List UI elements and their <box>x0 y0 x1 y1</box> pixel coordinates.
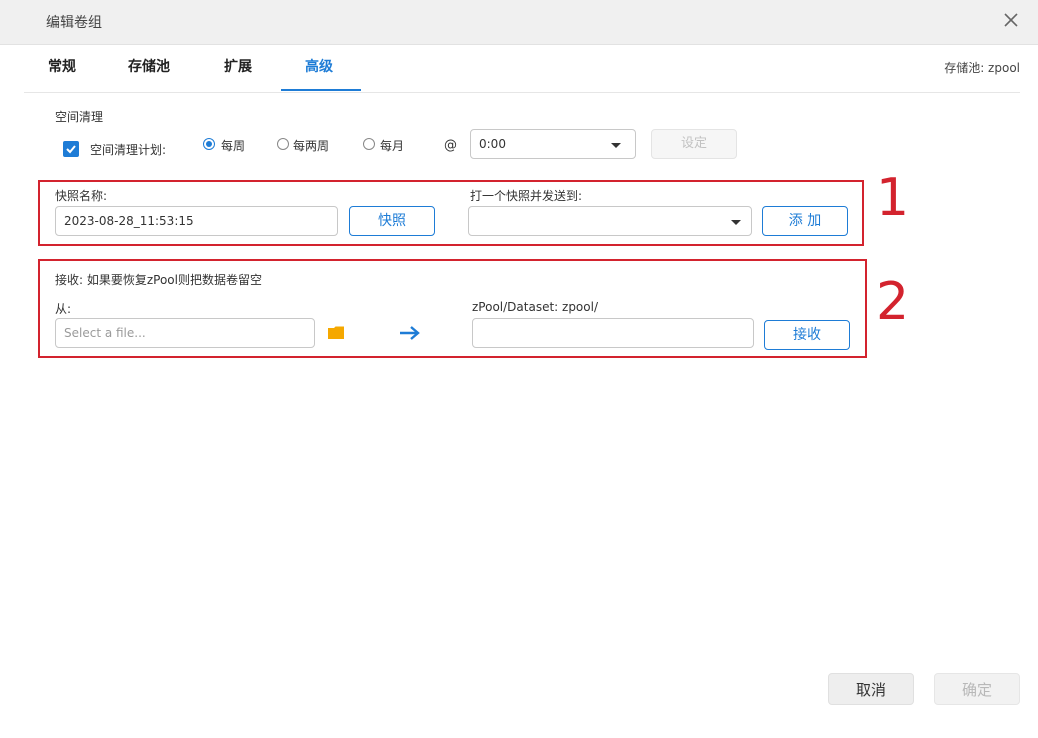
send-to-select[interactable] <box>468 206 752 236</box>
close-icon[interactable] <box>1000 9 1022 31</box>
trim-time-select[interactable]: 0:00 <box>470 129 636 159</box>
tab-advanced[interactable]: 高级 <box>305 44 333 91</box>
chevron-down-icon <box>611 143 621 148</box>
add-button[interactable]: 添 加 <box>762 206 848 236</box>
snapshot-button[interactable]: 快照 <box>349 206 435 236</box>
snapshot-name-value: 2023-08-28_11:53:15 <box>64 214 194 228</box>
radio-weekly[interactable] <box>203 138 215 150</box>
at-symbol: @ <box>444 138 457 153</box>
radio-biweekly[interactable] <box>277 138 289 150</box>
trim-section-label: 空间清理 <box>55 110 104 124</box>
radio-weekly-label: 每周 <box>221 139 246 153</box>
tab-storage-pool[interactable]: 存储池 <box>128 44 170 91</box>
folder-icon[interactable] <box>328 326 344 339</box>
receive-from-label: 从: <box>55 302 72 316</box>
tab-expand[interactable]: 扩展 <box>224 44 252 91</box>
check-icon <box>66 145 76 154</box>
trim-schedule-checkbox[interactable] <box>63 141 79 157</box>
arrow-right-icon <box>400 326 420 340</box>
tab-general[interactable]: 常规 <box>48 44 76 91</box>
file-select-input[interactable]: Select a file... <box>55 318 315 348</box>
storage-pool-label: 存储池: zpool <box>944 61 1020 75</box>
dataset-label: zPool/Dataset: zpool/ <box>472 300 598 314</box>
cancel-button[interactable]: 取消 <box>828 673 914 705</box>
annotation-number-2: 2 <box>876 272 910 332</box>
dialog-title: 编辑卷组 <box>46 15 102 31</box>
trim-set-button[interactable]: 设定 <box>651 129 737 159</box>
trim-schedule-label: 空间清理计划: <box>90 143 167 157</box>
annotation-number-1: 1 <box>876 168 910 228</box>
chevron-down-icon <box>731 220 741 225</box>
active-tab-indicator <box>281 89 361 91</box>
send-to-label: 打一个快照并发送到: <box>470 189 583 203</box>
dataset-input[interactable] <box>472 318 754 348</box>
snapshot-name-label: 快照名称: <box>55 189 108 203</box>
dialog-titlebar: 编辑卷组 <box>0 0 1038 45</box>
snapshot-name-input[interactable]: 2023-08-28_11:53:15 <box>55 206 338 236</box>
ok-button[interactable]: 确定 <box>934 673 1020 705</box>
radio-biweekly-label: 每两周 <box>293 139 330 153</box>
radio-monthly-label: 每月 <box>380 139 405 153</box>
radio-monthly[interactable] <box>363 138 375 150</box>
receive-hint: 接收: 如果要恢复zPool则把数据卷留空 <box>55 273 262 287</box>
tab-bar: 常规 存储池 扩展 高级 <box>24 44 1020 93</box>
file-select-placeholder: Select a file... <box>64 326 146 340</box>
trim-time-value: 0:00 <box>479 137 506 151</box>
receive-button[interactable]: 接收 <box>764 320 850 350</box>
